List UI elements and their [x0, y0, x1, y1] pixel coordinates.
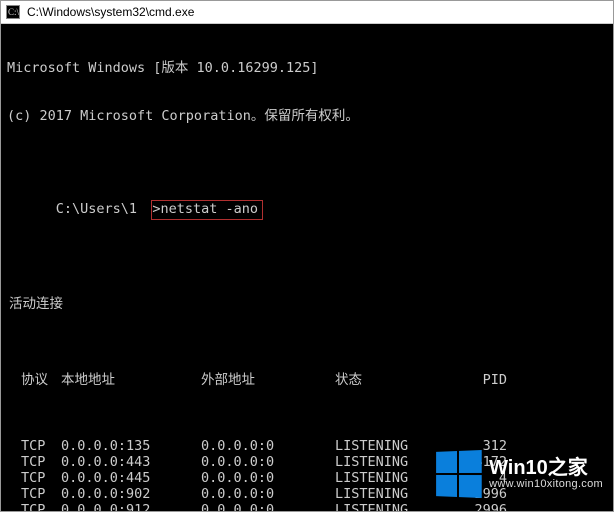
cell-state: LISTENING [335, 438, 455, 454]
command-highlight: >netstat -ano [151, 200, 263, 220]
table-row: TCP0.0.0.0:9120.0.0.0:0LISTENING2996 [7, 502, 607, 511]
cell-local: 0.0.0.0:445 [61, 470, 201, 486]
cell-proto: TCP [7, 486, 61, 502]
cell-pid: 2996 [455, 486, 511, 502]
cell-foreign: 0.0.0.0:0 [201, 438, 335, 454]
cell-state: LISTENING [335, 454, 455, 470]
command-text: netstat -ano [160, 201, 258, 217]
cell-proto: TCP [7, 502, 61, 511]
cell-state: LISTENING [335, 470, 455, 486]
cell-foreign: 0.0.0.0:0 [201, 486, 335, 502]
cell-foreign: 0.0.0.0:0 [201, 502, 335, 511]
table-row: TCP0.0.0.0:1350.0.0.0:0LISTENING312 [7, 438, 607, 454]
version-line: Microsoft Windows [版本 10.0.16299.125] [7, 60, 607, 76]
prompt-path: C:\Users\1 [56, 201, 137, 217]
cell-local: 0.0.0.0:135 [61, 438, 201, 454]
section-title: 活动连接 [7, 296, 607, 312]
cmd-icon: C:\ [5, 4, 21, 20]
table-row: TCP0.0.0.0:9020.0.0.0:0LISTENING2996 [7, 486, 607, 502]
col-state-header: 状态 [335, 372, 455, 388]
cell-local: 0.0.0.0:902 [61, 486, 201, 502]
cell-proto: TCP [7, 470, 61, 486]
cell-local: 0.0.0.0:912 [61, 502, 201, 511]
col-proto-header: 协议 [7, 372, 61, 388]
cell-local: 0.0.0.0:443 [61, 454, 201, 470]
cell-pid: 312 [455, 438, 511, 454]
prompt-line: C:\Users\1 >netstat -ano [7, 184, 607, 236]
col-pid-header: PID [455, 372, 511, 388]
cell-pid: 4172 [455, 454, 511, 470]
copyright-line: (c) 2017 Microsoft Corporation。保留所有权利。 [7, 108, 607, 124]
cmd-window: C:\ C:\Windows\system32\cmd.exe Microsof… [0, 0, 614, 512]
window-title: C:\Windows\system32\cmd.exe [27, 5, 194, 19]
cell-foreign: 0.0.0.0:0 [201, 470, 335, 486]
cell-foreign: 0.0.0.0:0 [201, 454, 335, 470]
table-row: TCP0.0.0.0:4450.0.0.0:0LISTENING4 [7, 470, 607, 486]
cell-proto: TCP [7, 454, 61, 470]
terminal-output[interactable]: Microsoft Windows [版本 10.0.16299.125] (c… [1, 24, 613, 511]
cell-proto: TCP [7, 438, 61, 454]
titlebar[interactable]: C:\ C:\Windows\system32\cmd.exe [1, 1, 613, 24]
col-foreign-header: 外部地址 [201, 372, 335, 388]
table-row: TCP0.0.0.0:4430.0.0.0:0LISTENING4172 [7, 454, 607, 470]
cell-pid: 4 [455, 470, 511, 486]
table-body: TCP0.0.0.0:1350.0.0.0:0LISTENING312TCP0.… [7, 438, 607, 511]
table-header: 协议 本地地址 外部地址 状态 PID [7, 372, 607, 388]
svg-text:C:\: C:\ [8, 7, 20, 17]
cell-pid: 2996 [455, 502, 511, 511]
col-local-header: 本地地址 [61, 372, 201, 388]
cell-state: LISTENING [335, 486, 455, 502]
cell-state: LISTENING [335, 502, 455, 511]
